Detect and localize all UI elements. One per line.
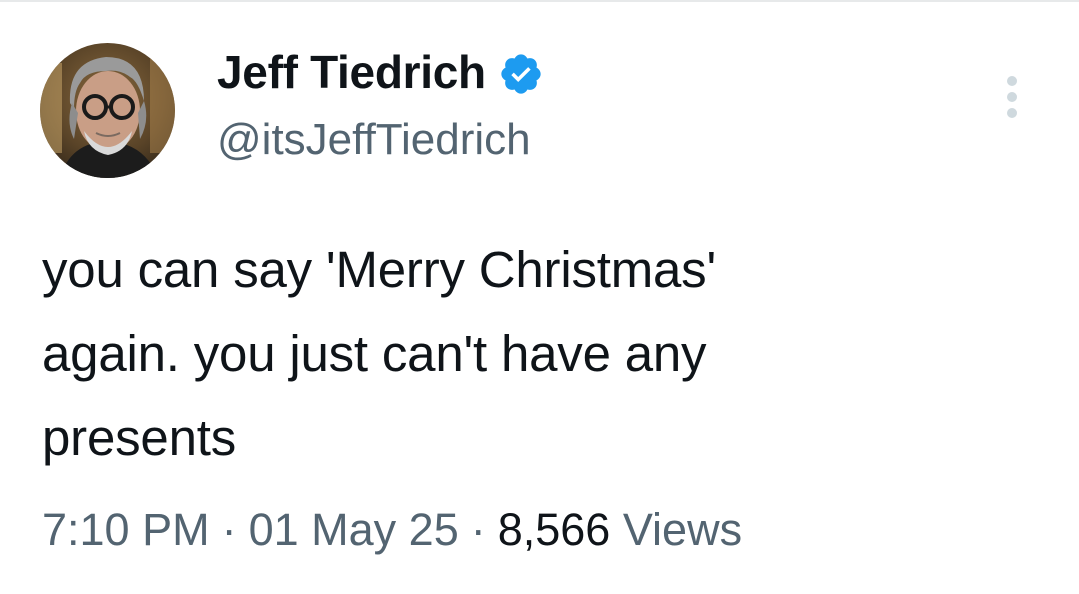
verified-badge-icon[interactable] [498,51,544,97]
more-options-icon[interactable] [1000,72,1024,122]
avatar[interactable] [40,43,175,178]
author-display-name[interactable]: Jeff Tiedrich [217,40,486,104]
tweet-date[interactable]: 01 May 25 [249,504,459,555]
meta-separator: · [470,504,486,555]
tweet-card: Jeff Tiedrich @itsJeffTiedrich you can s… [0,0,1079,594]
author-handle[interactable]: @itsJeffTiedrich [217,110,531,170]
meta-separator: · [221,504,237,555]
tweet-meta: 7:10 PM · 01 May 25 · 8,566 Views [42,498,742,562]
tweet-text-line: presents [42,409,237,466]
tweet-text-line: again. you just can't have any [42,325,707,382]
tweet-time[interactable]: 7:10 PM [42,504,210,555]
views-count[interactable]: 8,566 [498,504,611,555]
views-label: Views [622,504,743,555]
tweet-text: you can say 'Merry Christmas' again. you… [42,228,1052,480]
tweet-text-line: you can say 'Merry Christmas' [42,241,717,298]
avatar-photo [40,43,175,178]
author-name-row[interactable]: Jeff Tiedrich [217,40,544,104]
